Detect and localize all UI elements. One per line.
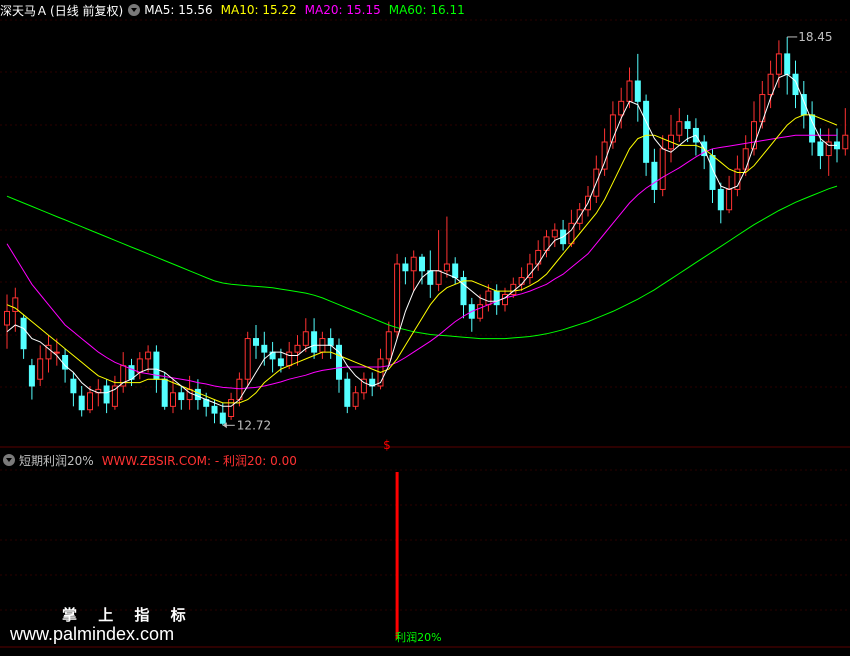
indicator-header: 短期利润20% WWW.ZBSIR.COM: - 利润20: 0.00	[0, 450, 850, 470]
candle-down	[178, 392, 185, 401]
chart-period: (日线 前复权)	[50, 3, 124, 18]
signal-label: 利润20%	[395, 630, 441, 644]
candle-down	[493, 290, 500, 306]
candle-down	[211, 405, 218, 414]
candle-up	[352, 392, 359, 407]
candle-down	[402, 263, 409, 272]
candle-up	[294, 344, 301, 353]
candle-up	[170, 392, 176, 407]
candle-up	[410, 256, 417, 272]
candle-up	[244, 338, 251, 380]
candle-down	[327, 338, 334, 346]
high-price-label: 18.45	[798, 30, 832, 44]
candle-down	[651, 161, 658, 190]
candle-down	[452, 263, 459, 279]
candle-up	[767, 73, 774, 96]
candle-down	[219, 412, 226, 424]
kline-chart[interactable]: 18.4512.72$利润20%	[0, 0, 850, 653]
chevron-down-icon[interactable]	[3, 454, 15, 466]
candle-down	[277, 358, 284, 367]
candle-up	[385, 331, 392, 360]
candle-up	[626, 80, 633, 102]
ma5-line	[6, 73, 837, 407]
candle-up	[601, 141, 608, 170]
candle-down	[344, 378, 351, 407]
chart-stage[interactable]: 18.45 12.72 $ 利润20%	[0, 0, 850, 653]
watermark: 掌 上 指 标 www.palmindex.com	[10, 604, 250, 645]
candle-down	[70, 378, 77, 394]
candle-up	[477, 304, 484, 319]
candle-up	[228, 399, 235, 417]
chevron-down-icon[interactable]	[128, 4, 141, 16]
candle-up	[518, 277, 525, 285]
candle-up	[145, 351, 152, 360]
indicator-name: 短期利润20%	[19, 453, 94, 468]
ma10-label: MA10: 15.22	[220, 3, 297, 17]
candle-up	[87, 392, 93, 411]
candle-down	[20, 317, 27, 350]
watermark-title: 掌 上 指 标	[62, 606, 194, 624]
candle-up	[551, 229, 558, 238]
candle-up	[53, 351, 60, 354]
candle-up	[526, 263, 533, 279]
candle-up	[618, 100, 625, 116]
candle-down	[311, 331, 318, 353]
candle-up	[4, 310, 10, 326]
candle-down	[103, 385, 110, 404]
indicator-formula: WWW.ZBSIR.COM: - 利润20: 0.00	[101, 453, 297, 468]
candle-up	[435, 270, 442, 285]
candle-down	[28, 365, 35, 387]
candle-up	[485, 290, 492, 306]
watermark-url: www.palmindex.com	[10, 624, 175, 644]
candle-up	[842, 134, 849, 150]
stock-symbol: 深天马Ａ	[0, 3, 49, 18]
candle-up	[443, 263, 450, 272]
candle-up	[286, 351, 293, 367]
candle-up	[676, 121, 683, 136]
ma20-label: MA20: 15.15	[304, 3, 381, 17]
candle-up	[659, 148, 666, 190]
candle-down	[634, 80, 641, 102]
ma60-label: MA60: 16.11	[388, 3, 465, 17]
candle-down	[78, 395, 85, 411]
low-price-label: 12.72	[237, 418, 271, 432]
candle-down	[717, 188, 724, 211]
candle-down	[817, 141, 824, 157]
candle-up	[37, 358, 44, 380]
ma5-label: MA5: 15.56	[144, 3, 213, 17]
candle-down	[253, 338, 259, 346]
candle-up	[726, 188, 733, 211]
main-chart-header: 深天马Ａ (日线 前复权) MA5: 15.56 MA10: 15.22 MA2…	[0, 0, 850, 20]
candle-down	[261, 344, 268, 353]
candle-down	[194, 388, 201, 401]
candle-down	[419, 256, 425, 272]
candle-down	[809, 114, 816, 143]
candle-down	[684, 121, 691, 129]
candle-up	[775, 53, 782, 75]
candle-up	[302, 331, 309, 346]
candle-up	[394, 263, 401, 333]
candle-down	[161, 378, 168, 407]
candle-up	[742, 148, 749, 170]
candle-down	[784, 53, 791, 75]
candle-up	[136, 358, 143, 373]
candle-down	[643, 100, 650, 163]
